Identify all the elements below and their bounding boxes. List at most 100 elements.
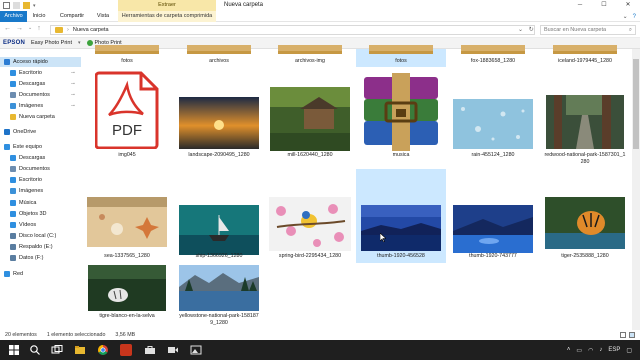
image-thumbnail-graphic [545, 197, 625, 249]
back-arrow-icon[interactable]: ← [4, 25, 11, 32]
sidebar-item-respaldo-e[interactable]: Respaldo (E:) [0, 242, 81, 252]
battery-icon[interactable]: ▭ [576, 347, 582, 354]
file-explorer-icon[interactable] [74, 344, 86, 356]
sidebar-item-escritorio[interactable]: Escritorio ⊸ [0, 68, 81, 78]
sidebar-item-label: Descargas [19, 81, 46, 87]
pin-icon: ⊸ [70, 92, 75, 98]
file-name: thumb-1920-456528 [377, 253, 425, 259]
sidebar-item-label: Disco local (C:) [19, 233, 57, 239]
easy-photo-print-button[interactable]: Easy Photo Print [31, 40, 72, 46]
sidebar-item-onedrive[interactable]: OneDrive [0, 127, 81, 137]
image-thumbnail [179, 265, 259, 313]
minimize-button[interactable]: ─ [568, 0, 592, 11]
image-thumbnail [179, 205, 259, 257]
file-name: sea-1337565_1280 [104, 253, 150, 259]
drive-icon [10, 255, 16, 261]
scrollbar-thumb[interactable] [633, 59, 639, 149]
file-name: spring-bird-2295434_1280 [278, 253, 342, 259]
large-icons-view-icon[interactable] [629, 332, 635, 338]
tab-inicio[interactable]: Inicio [29, 11, 49, 22]
chevron-down-icon[interactable]: ⌄ [623, 13, 628, 20]
sidebar-item-label: Red [13, 271, 24, 277]
image-thumbnail [269, 197, 351, 253]
address-bar[interactable]: › Nueva carpeta [50, 25, 535, 35]
volume-icon[interactable]: ♪ [599, 347, 602, 353]
vertical-scrollbar[interactable] [632, 49, 640, 330]
help-button[interactable]: ? [633, 14, 636, 20]
network-icon [4, 271, 10, 277]
file-name: archivos [209, 58, 229, 64]
pin-icon: ⊸ [70, 81, 75, 87]
network-icon[interactable]: ◠ [588, 347, 593, 354]
tab-herramientas-carpeta-comprimida[interactable]: Herramientas de carpeta comprimida [118, 11, 216, 22]
refresh-icon[interactable]: ↻ [529, 27, 534, 33]
notifications-icon[interactable]: ▢ [626, 347, 632, 354]
details-view-icon[interactable] [620, 332, 626, 338]
search-icon[interactable] [29, 344, 41, 356]
cube-icon [10, 211, 16, 217]
video-icon[interactable] [167, 344, 179, 356]
image-thumbnail-graphic [179, 97, 259, 149]
sidebar-item-acceso-rápido[interactable]: Acceso rápido [0, 57, 81, 67]
maximize-button[interactable]: ☐ [592, 0, 616, 11]
photos-icon[interactable] [190, 344, 202, 356]
sidebar-item-label: Este equipo [13, 144, 43, 150]
sidebar-item-objetos-3d[interactable]: Objetos 3D [0, 209, 81, 219]
sidebar-item-descargas[interactable]: Descargas ⊸ [0, 79, 81, 89]
close-button[interactable]: ✕ [616, 0, 640, 11]
pictures-icon [10, 188, 16, 194]
music-icon [10, 200, 16, 206]
app-red-icon[interactable] [120, 344, 132, 356]
tab-archivo[interactable]: Archivo [0, 11, 27, 22]
sidebar-item-label: OneDrive [13, 129, 37, 135]
search-placeholder: Buscar en Nueva carpeta [544, 27, 607, 33]
folder-icon [453, 45, 533, 57]
image-thumbnail-graphic [88, 265, 166, 311]
sidebar-item-música[interactable]: Música [0, 198, 81, 208]
sidebar-item-escritorio[interactable]: Escritorio [0, 175, 81, 185]
save-icon[interactable] [3, 2, 10, 9]
file-name: landscape-2090495_1280 [188, 152, 250, 158]
chevron-down-icon[interactable]: ⌄ [28, 25, 32, 32]
desktop-icon [10, 177, 16, 183]
sidebar-item-nueva-carpeta[interactable]: Nueva carpeta [0, 112, 81, 122]
sidebar-item-red[interactable]: Red [0, 269, 81, 279]
up-arrow-icon[interactable]: ↑ [37, 25, 41, 32]
chevron-down-icon[interactable]: ▾ [33, 3, 36, 9]
sidebar-item-datos-f[interactable]: Datos (F:) [0, 253, 81, 263]
drive-icon [10, 233, 16, 239]
briefcase-icon[interactable] [144, 344, 156, 356]
properties-icon[interactable] [13, 2, 20, 9]
sidebar-item-disco-local-c[interactable]: Disco local (C:) [0, 231, 81, 241]
start-icon[interactable] [8, 344, 20, 356]
image-thumbnail [546, 95, 624, 151]
pin-icon: ⊸ [70, 103, 75, 109]
download-icon [10, 81, 16, 87]
chevron-up-icon[interactable]: ˄ [567, 347, 571, 353]
chevron-down-icon[interactable]: ▾ [78, 40, 81, 46]
sidebar-item-imágenes[interactable]: Imágenes [0, 186, 81, 196]
search-input[interactable]: Buscar en Nueva carpeta ⌕ [540, 25, 636, 35]
sidebar-item-documentos[interactable]: Documentos ⊸ [0, 90, 81, 100]
chrome-icon[interactable] [97, 344, 109, 356]
search-icon: ⌕ [628, 27, 632, 33]
task-view-icon[interactable] [51, 344, 63, 356]
forward-arrow-icon[interactable]: → [16, 25, 23, 32]
sidebar-item-este-equipo[interactable]: Este equipo [0, 142, 81, 152]
chevron-down-icon[interactable]: ⌄ [518, 27, 523, 33]
file-name: rain-455124_1280 [471, 152, 515, 158]
sidebar-item-vídeos[interactable]: Vídeos [0, 220, 81, 230]
desktop-icon [10, 70, 16, 76]
tab-vista[interactable]: Vista [93, 11, 113, 22]
new-folder-icon[interactable] [23, 2, 30, 9]
sidebar-item-imágenes[interactable]: Imágenes ⊸ [0, 101, 81, 111]
sidebar-item-descargas[interactable]: Descargas [0, 153, 81, 163]
sidebar-item-documentos[interactable]: Documentos [0, 164, 81, 174]
keyboard-language[interactable]: ESP [608, 347, 620, 353]
breadcrumb-nueva-carpeta[interactable]: Nueva carpeta [73, 27, 109, 33]
tab-compartir[interactable]: Compartir [56, 11, 88, 22]
image-thumbnail [87, 197, 167, 249]
folder-icon [10, 114, 16, 120]
breadcrumb-separator: › [67, 27, 69, 33]
pictures-icon [10, 103, 16, 109]
